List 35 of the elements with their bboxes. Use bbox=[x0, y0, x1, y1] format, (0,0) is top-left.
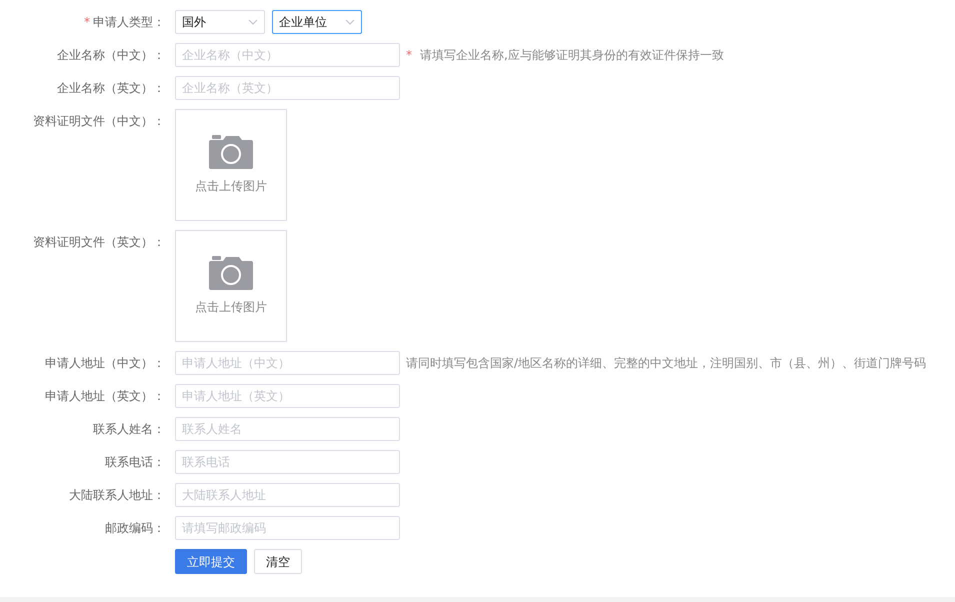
field-label: 申请人地址（中文）： bbox=[45, 356, 165, 370]
field-label: 资料证明文件（中文）： bbox=[33, 114, 165, 128]
hint-text: 请同时填写包含国家/地区名称的详细、完整的中文地址，注明国别、市（县、州）、街道门牌号码 bbox=[406, 356, 926, 370]
input-field[interactable]: 联系人姓名 bbox=[175, 417, 400, 441]
dropdown[interactable]: 国外 bbox=[175, 10, 265, 34]
field-label: 企业名称（中文）： bbox=[57, 48, 165, 62]
input-field[interactable]: 企业名称（中文） bbox=[175, 43, 400, 67]
required-asterisk: * bbox=[84, 15, 90, 29]
input-field[interactable]: 申请人地址（英文） bbox=[175, 384, 400, 408]
upload-box[interactable]: 点击上传图片 bbox=[175, 230, 287, 342]
field-label: 联系人姓名： bbox=[93, 422, 165, 436]
field-label: 申请人地址（英文）： bbox=[45, 389, 165, 403]
input-field[interactable]: 企业名称（英文） bbox=[175, 76, 400, 100]
dropdown[interactable]: 企业单位 bbox=[272, 10, 362, 34]
input-field[interactable]: 大陆联系人地址 bbox=[175, 483, 400, 507]
upload-caption: 点击上传图片 bbox=[195, 178, 267, 195]
input-field[interactable]: 请填写邮政编码 bbox=[175, 516, 400, 540]
input-field[interactable]: 联系电话 bbox=[175, 450, 400, 474]
upload-caption: 点击上传图片 bbox=[195, 299, 267, 316]
upload-box[interactable]: 点击上传图片 bbox=[175, 109, 287, 221]
submit-button[interactable]: 立即提交 bbox=[175, 549, 247, 574]
camera-icon bbox=[209, 135, 253, 169]
camera-icon bbox=[209, 256, 253, 290]
field-label: 联系电话： bbox=[105, 455, 165, 469]
input-field[interactable]: 申请人地址（中文） bbox=[175, 351, 400, 375]
chevron-icon bbox=[248, 19, 258, 25]
field-label: 资料证明文件（英文）： bbox=[33, 235, 165, 249]
field-label: 企业名称（英文）： bbox=[57, 81, 165, 95]
hint-text: 请填写企业名称,应与能够证明其身份的有效证件保持一致 bbox=[420, 48, 724, 62]
field-label: 大陆联系人地址： bbox=[69, 488, 165, 502]
clear-button[interactable]: 清空 bbox=[254, 549, 302, 574]
field-label: 申请人类型： bbox=[93, 15, 165, 29]
field-label: 邮政编码： bbox=[105, 521, 165, 535]
chevron-icon bbox=[345, 19, 355, 25]
required-asterisk: * bbox=[406, 48, 412, 62]
